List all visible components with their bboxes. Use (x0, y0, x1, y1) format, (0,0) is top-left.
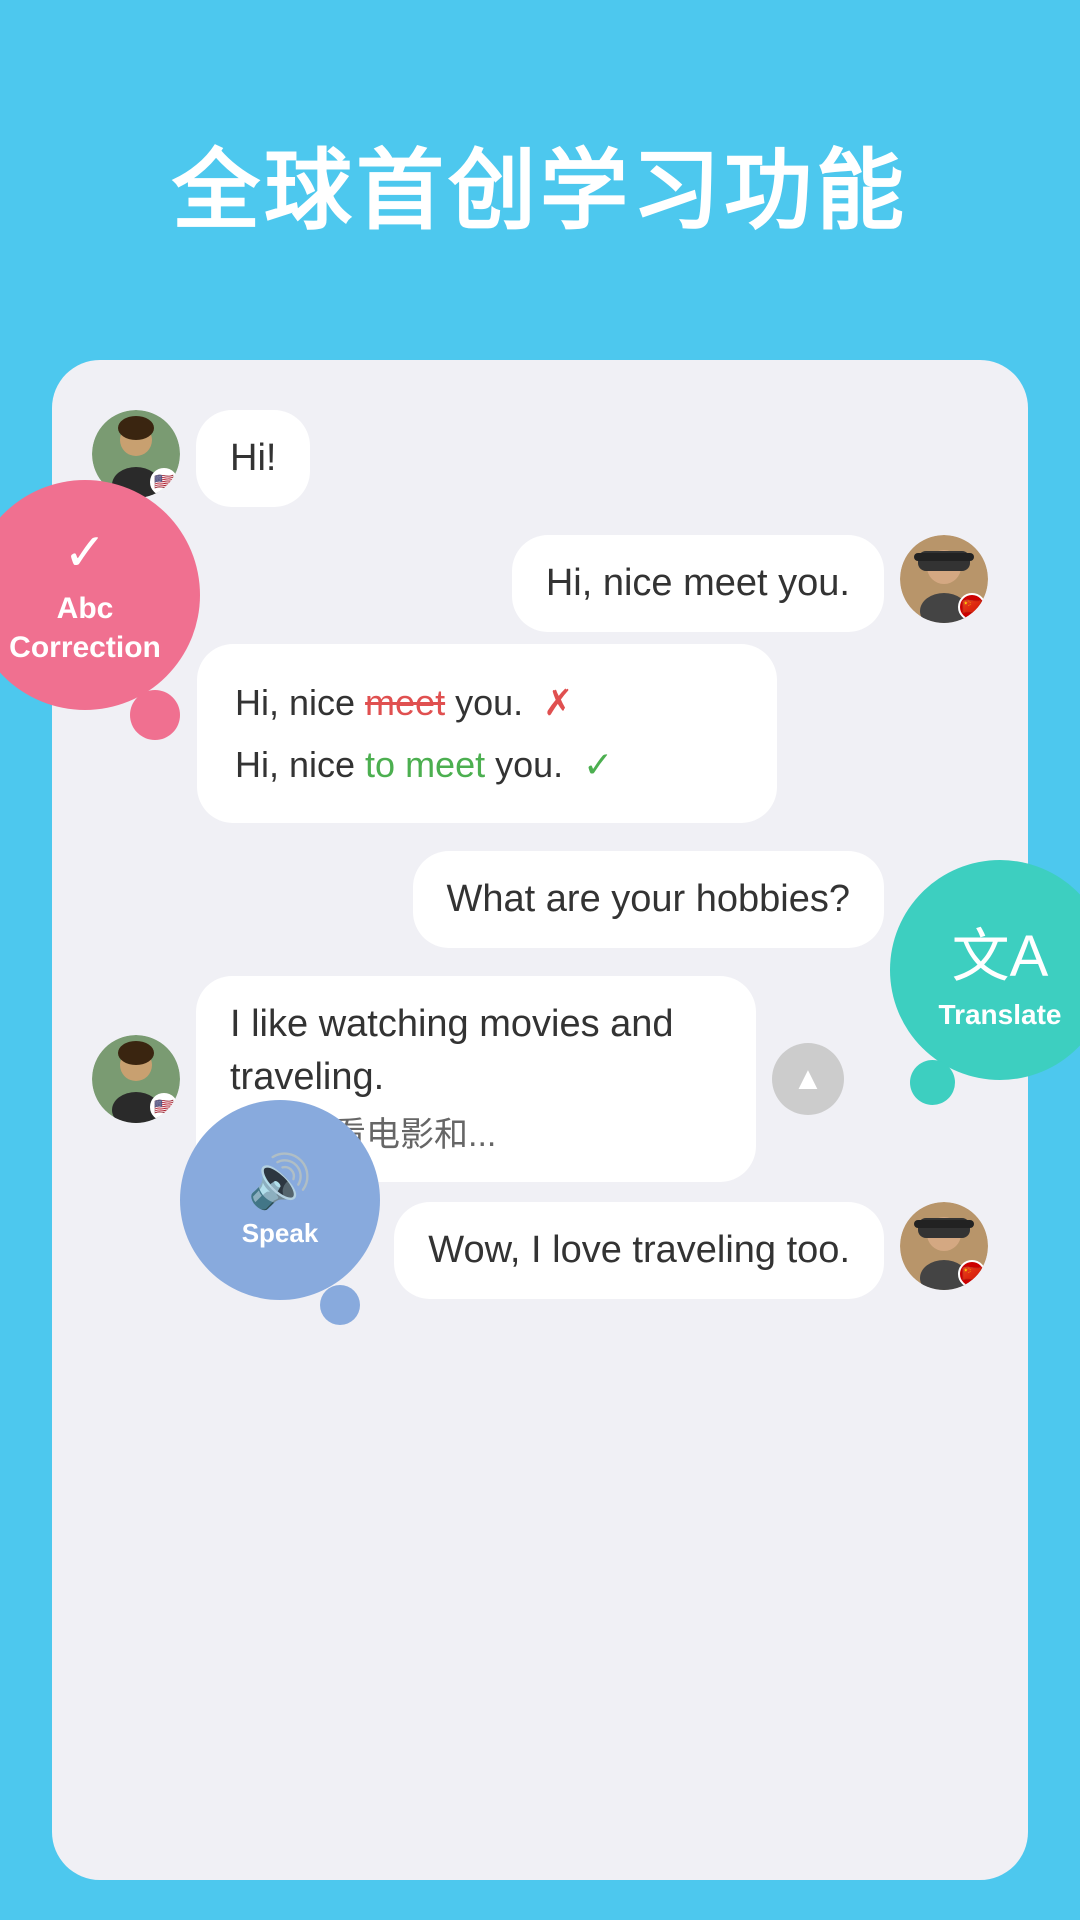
correction-box: Hi, nice meet you. ✗ Hi, nice to meet yo… (197, 644, 777, 822)
table-row: Hi, nice meet you. 🇨🇳 (92, 535, 988, 632)
check-icon: ✓ (583, 744, 613, 785)
message-bubble: What are your hobbies? (413, 851, 884, 948)
header: 全球首创学习功能 (0, 0, 1080, 247)
correct-line: Hi, nice to meet you. ✓ (235, 734, 739, 795)
message-bubble: Hi! (196, 410, 310, 507)
speak-bubble[interactable]: 🔊 Speak (180, 1100, 380, 1300)
us-flag-badge: 🇺🇸 (150, 468, 178, 496)
scroll-up-button[interactable]: ▲ (772, 1043, 844, 1115)
message-text: I like watching movies and traveling. (230, 998, 722, 1104)
translate-icon: 文A (952, 909, 1049, 993)
message-bubble: Hi, nice meet you. (512, 535, 884, 632)
correct-word: to meet (365, 744, 485, 785)
x-icon: ✗ (543, 682, 573, 723)
us-flag-badge-2: 🇺🇸 (150, 1093, 178, 1121)
avatar-male-2: 🇺🇸 (92, 1035, 180, 1123)
avatar-female-2: 🇨🇳 (900, 1202, 988, 1290)
cn-flag-badge: 🇨🇳 (958, 593, 986, 621)
wrong-line: Hi, nice meet you. ✗ (235, 672, 739, 733)
abc-correction-label: Abc Correction (9, 589, 161, 667)
avatar-female-1: 🇨🇳 (900, 535, 988, 623)
translate-label: Translate (939, 999, 1062, 1031)
speak-label: Speak (242, 1218, 319, 1249)
page-title: 全球首创学习功能 (0, 0, 1080, 247)
wrong-word: meet (365, 682, 445, 723)
cn-flag-badge-2: 🇨🇳 (958, 1260, 986, 1288)
speak-icon: 🔊 (248, 1151, 313, 1212)
abc-check-icon: ✓ (63, 523, 107, 583)
table-row: 🇺🇸 Hi! (92, 410, 988, 507)
message-bubble: Wow, I love traveling too. (394, 1202, 884, 1299)
table-row: What are your hobbies? (92, 851, 988, 948)
